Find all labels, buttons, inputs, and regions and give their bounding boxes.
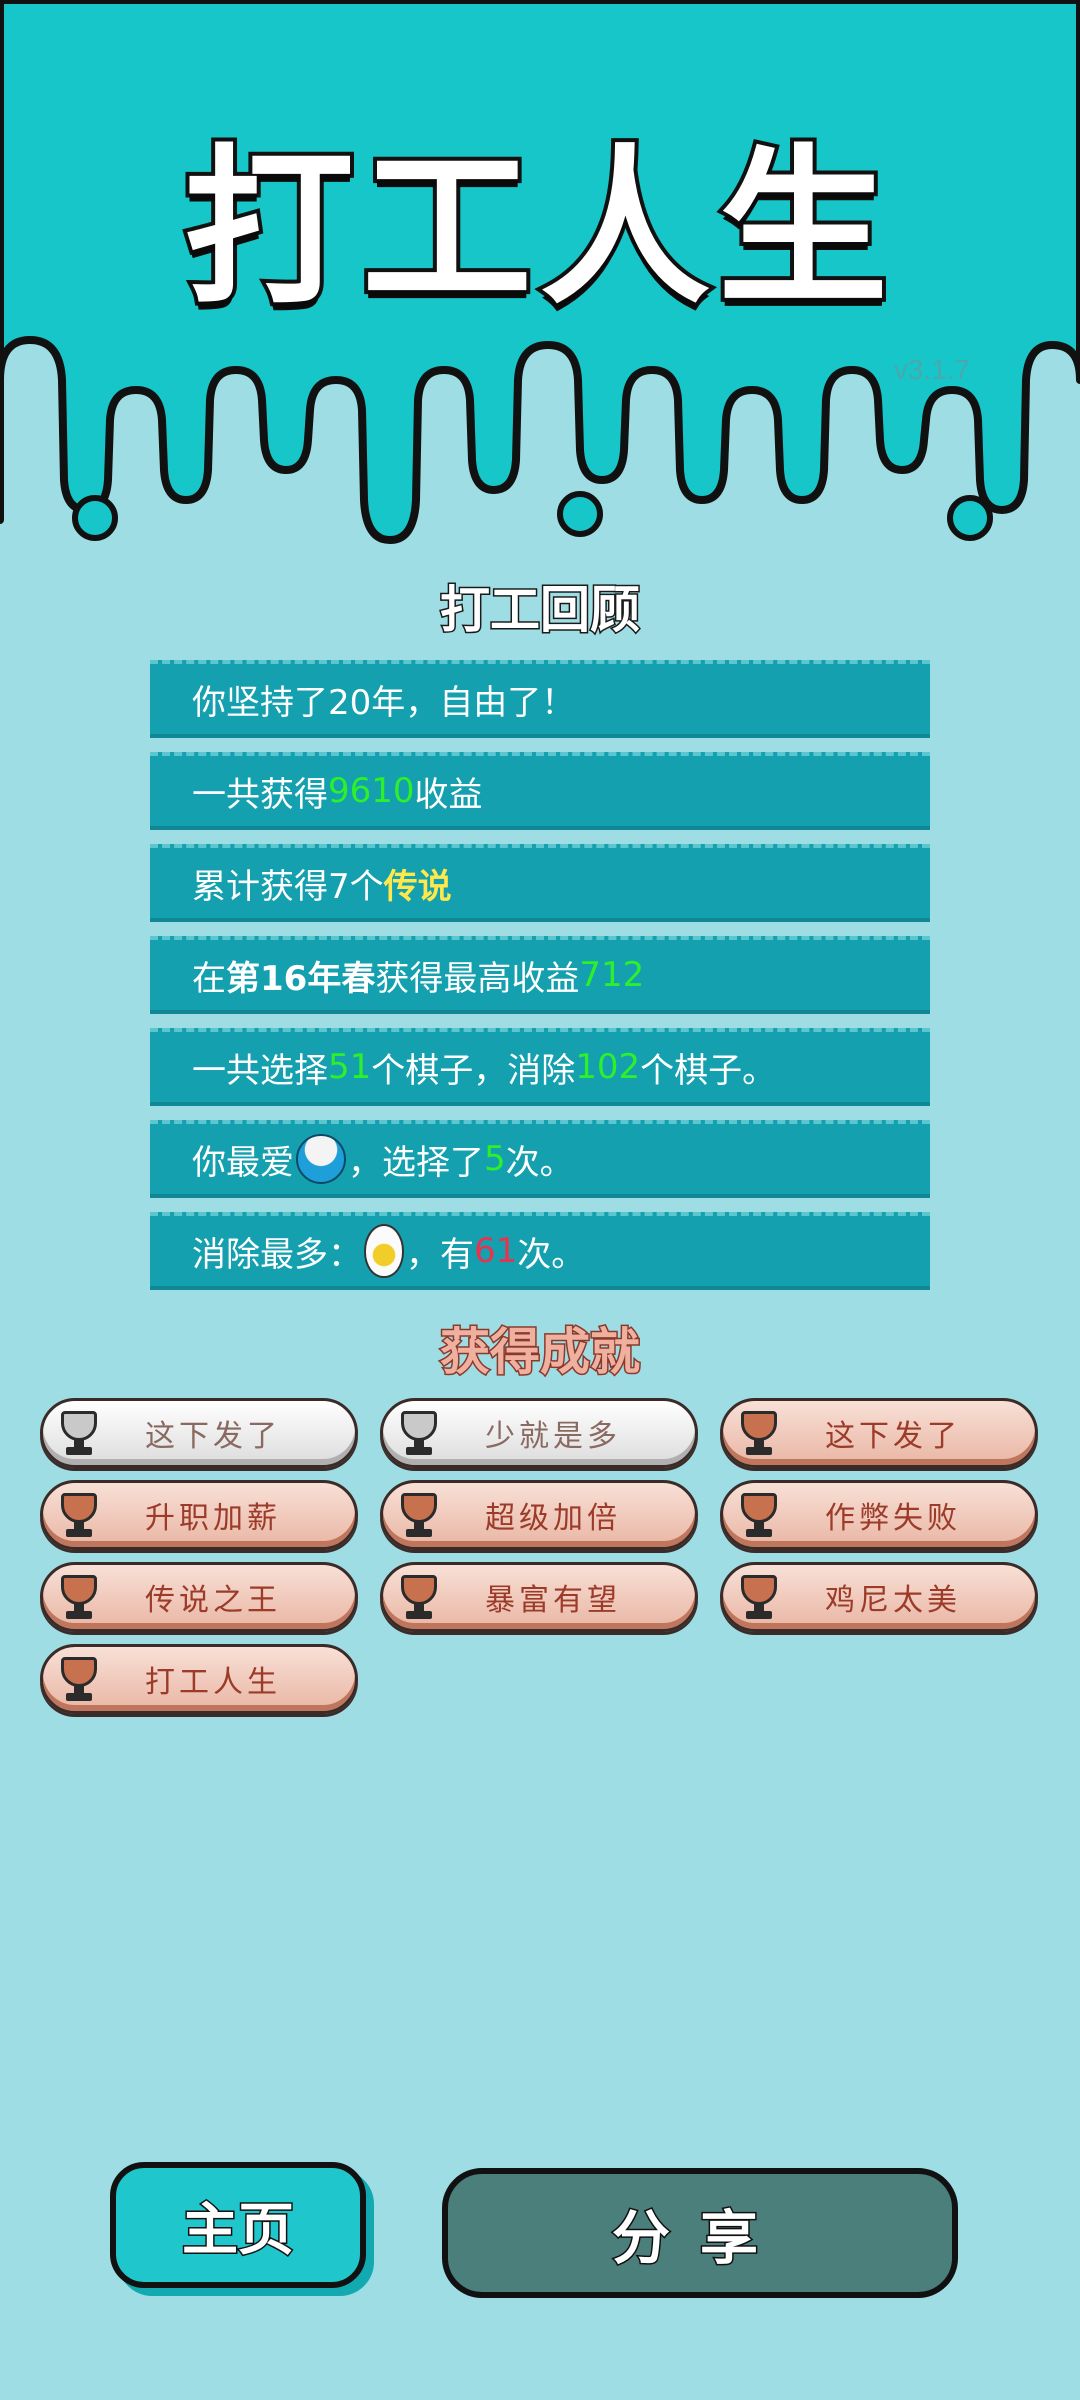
app-title: 打工人生 <box>180 126 896 332</box>
legend-highlight: 传说 <box>383 866 452 907</box>
achievement-label: 传说之王 <box>145 1583 281 1618</box>
review-row-text: 消除最多： <box>192 1234 362 1275</box>
review-row-years: 你坚持了20年，自由了！ <box>150 660 930 738</box>
review-row-text: 你最爱 <box>192 1142 294 1183</box>
share-button[interactable]: 分享 <box>442 2168 958 2298</box>
trophy-icon <box>737 1491 781 1539</box>
best-season: 第16年春 <box>226 958 376 999</box>
trophy-icon <box>737 1409 781 1457</box>
rice-bowl-icon <box>296 1134 346 1184</box>
most-eliminated-count: 61 <box>474 1231 518 1271</box>
trophy-icon <box>397 1409 441 1457</box>
achievement-label: 超级加倍 <box>485 1501 621 1536</box>
review-row-legends: 累计获得7个 传说 <box>150 844 930 922</box>
review-heading: 打工回顾 <box>439 580 642 641</box>
achievement-badge[interactable]: 作弊失败 <box>720 1480 1038 1550</box>
trophy-icon <box>57 1491 101 1539</box>
review-row-favorite: 你最爱 ，选择了 5 次。 <box>150 1120 930 1198</box>
achievement-badge[interactable]: 暴富有望 <box>380 1562 698 1632</box>
trophy-icon <box>737 1573 781 1621</box>
achievement-label: 这下发了 <box>145 1419 281 1454</box>
achievement-badge[interactable]: 这下发了 <box>40 1398 358 1468</box>
trophy-icon <box>57 1655 101 1703</box>
review-row-text: 获得最高收益 <box>375 958 580 999</box>
trophy-icon <box>57 1409 101 1457</box>
review-row-text: 个棋子。 <box>640 1050 777 1091</box>
review-row-total-income: 一共获得 9610 收益 <box>150 752 930 830</box>
achievement-label: 打工人生 <box>145 1665 281 1700</box>
review-list: 你坚持了20年，自由了！ 一共获得 9610 收益 累计获得7个 传说 在 第16年春… <box>150 660 930 1304</box>
best-income-value: 712 <box>579 955 645 995</box>
trophy-icon <box>57 1573 101 1621</box>
review-row-text: ，有 <box>406 1234 474 1275</box>
achievement-badge[interactable]: 超级加倍 <box>380 1480 698 1550</box>
home-button[interactable]: 主页 <box>110 2162 366 2288</box>
egg-icon <box>364 1224 404 1278</box>
eliminated-count: 102 <box>575 1047 641 1087</box>
achievement-label: 升职加薪 <box>145 1501 281 1536</box>
achievement-badge[interactable]: 传说之王 <box>40 1562 358 1632</box>
review-row-text: 在 <box>192 958 226 999</box>
achievements-heading: 获得成就 <box>439 1322 642 1383</box>
review-row-text: 个棋子，消除 <box>371 1050 576 1091</box>
achievement-label: 鸡尼太美 <box>825 1583 961 1618</box>
selected-count: 51 <box>328 1047 372 1087</box>
achievement-label: 作弊失败 <box>825 1501 961 1536</box>
review-row-text: 一共选择 <box>192 1050 328 1091</box>
achievement-badge[interactable]: 少就是多 <box>380 1398 698 1468</box>
review-row-text: 你坚持了20年，自由了！ <box>192 682 576 723</box>
trophy-icon <box>397 1573 441 1621</box>
review-row-text: 累计获得7个 <box>192 866 384 907</box>
review-row-text: 次。 <box>517 1234 586 1275</box>
version-label: v3.1.7 <box>893 354 970 385</box>
trophy-icon <box>397 1491 441 1539</box>
review-row-text: 次。 <box>505 1142 574 1183</box>
achievement-label: 少就是多 <box>485 1419 621 1454</box>
achievement-badge[interactable]: 鸡尼太美 <box>720 1562 1038 1632</box>
achievement-badge[interactable]: 升职加薪 <box>40 1480 358 1550</box>
review-row-text: ，选择了 <box>348 1142 484 1183</box>
achievement-label: 暴富有望 <box>485 1583 621 1618</box>
total-income-value: 9610 <box>328 771 415 811</box>
review-row-text: 一共获得 <box>192 774 328 815</box>
favorite-count: 5 <box>484 1139 506 1179</box>
achievement-badge[interactable]: 打工人生 <box>40 1644 358 1714</box>
review-row-best-income: 在 第16年春 获得最高收益 712 <box>150 936 930 1014</box>
achievement-badge[interactable]: 这下发了 <box>720 1398 1038 1468</box>
review-row-text: 收益 <box>414 774 483 815</box>
review-row-pieces: 一共选择 51 个棋子，消除 102 个棋子。 <box>150 1028 930 1106</box>
review-row-most-eliminated: 消除最多： ，有 61 次。 <box>150 1212 930 1290</box>
achievement-label: 这下发了 <box>825 1419 961 1454</box>
header-banner: 打工人生 v3.1.7 <box>0 0 1080 560</box>
